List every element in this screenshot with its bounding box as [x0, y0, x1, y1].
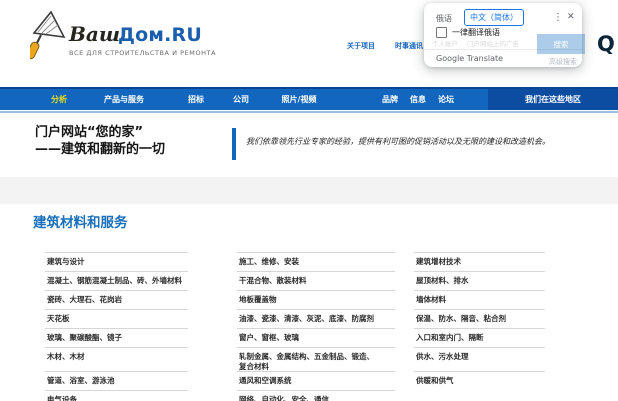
catalog-link[interactable]: 供暖和供气: [414, 371, 545, 391]
always-translate-label: 一律翻译俄语: [452, 28, 500, 37]
page-title-line1: 门户网站“您的家”: [35, 125, 144, 140]
logo-tagline: ВСЕ ДЛЯ СТРОИТЕЛЬСТВА И РЕМОНТА: [69, 49, 217, 57]
catalog-link-label: 保温、防水、隔音、粘合剂: [416, 314, 506, 323]
section-separator-band: [0, 177, 618, 204]
tab-source-language[interactable]: 俄语: [436, 13, 452, 24]
about-project-link[interactable]: 关于项目: [347, 41, 375, 51]
portal-ads-link[interactable]: 门户网站上的广告: [467, 38, 519, 48]
nav-underline: [0, 111, 618, 113]
main-nav: 分析 产品与服务 招标 公司 照片/视频 品牌 信息 论坛 我们在这些地区: [0, 87, 618, 110]
catalog-link[interactable]: 屋顶材料、排水: [414, 271, 545, 291]
account-link[interactable]: 个人账户: [432, 38, 458, 48]
catalog-link[interactable]: 通风和空调系统: [237, 371, 395, 391]
search-icon[interactable]: Q: [597, 32, 615, 56]
catalog-link[interactable]: 玻璃、聚碳酸酯、镜子: [45, 328, 188, 348]
catalog-link-label: 屋顶材料、排水: [416, 276, 469, 285]
catalog-link[interactable]: 施工、维修、安装: [237, 252, 395, 272]
catalog-link-label: 墙体材料: [416, 295, 446, 304]
catalog-link-label: 入口和室内门、隔断: [416, 333, 484, 342]
catalog-link-label: 建筑增材技术: [416, 257, 461, 266]
catalog-link[interactable]: 入口和室内门、隔断: [414, 328, 545, 348]
nav-item-brands[interactable]: 品牌: [382, 89, 398, 110]
catalog-link[interactable]: 油漆、瓷漆、清漆、灰泥、底漆、防腐剂: [237, 309, 395, 329]
nav-item-regions[interactable]: 我们在这些地区: [488, 89, 618, 110]
newsletter-link[interactable]: 时事通讯: [395, 41, 423, 51]
nav-item-tenders[interactable]: 招标: [188, 89, 204, 110]
quote-accent-bar: [232, 128, 236, 160]
catalog-link[interactable]: 地板覆盖物: [237, 290, 395, 310]
more-options-icon[interactable]: ⋮: [553, 12, 563, 23]
catalog-link[interactable]: 电气设备: [45, 390, 188, 401]
tab-target-language[interactable]: 中文（简体）: [464, 9, 524, 26]
catalog-title: 建筑材料和服务: [33, 215, 128, 231]
catalog-link[interactable]: 轧制金属、金属结构、五金制品、锻造、 复合材料: [237, 347, 395, 372]
trowel-icon: [26, 10, 66, 68]
catalog-link[interactable]: 瓷砖、大理石、花岗岩: [45, 290, 188, 310]
catalog-link[interactable]: 木材、木材: [45, 347, 188, 372]
catalog-link[interactable]: 建筑增材技术: [414, 252, 545, 272]
catalog-link-label: 供水、污水处理: [416, 352, 469, 361]
obscured-header-links: 个人账户 门户网站上的广告: [432, 38, 592, 48]
catalog-table: 建筑与设计 施工、维修、安装 建筑增材技术混凝土、钢筋混凝土制品、砖、外墙材料 干混合…: [45, 252, 618, 401]
catalog-link[interactable]: 管道、浴室、游泳池: [45, 371, 188, 391]
logo-word-dom: Дом.RU: [118, 24, 203, 46]
google-translate-brand[interactable]: Google Translate: [436, 54, 503, 63]
logo-word-vash: Ваш: [69, 22, 121, 46]
nav-item-media[interactable]: 照片/视频: [282, 89, 317, 110]
catalog-link[interactable]: 天花板: [45, 309, 188, 329]
catalog-link[interactable]: 保温、防水、隔音、粘合剂: [414, 309, 545, 329]
page: Ваш Дом.RU ВСЕ ДЛЯ СТРОИТЕЛЬСТВА И РЕМОН…: [0, 0, 618, 401]
catalog-link[interactable]: 网络、自动化、安全、通信: [237, 390, 395, 401]
catalog-link[interactable]: 供水、污水处理: [414, 347, 545, 372]
page-title: 门户网站“您的家” ——建筑和翻新的一切: [35, 125, 165, 158]
logo-text: Ваш Дом.RU ВСЕ ДЛЯ СТРОИТЕЛЬСТВА И РЕМОН…: [69, 10, 216, 57]
always-translate-checkbox[interactable]: [436, 27, 447, 38]
page-title-line2: ——建筑和翻新的一切: [35, 141, 166, 157]
catalog-link[interactable]: 窗户、窗框、玻璃: [237, 328, 395, 348]
nav-item-forum[interactable]: 论坛: [438, 89, 454, 110]
catalog-link[interactable]: 混凝土、钢筋混凝土制品、砖、外墙材料: [45, 271, 188, 291]
catalog-link[interactable]: 建筑与设计: [45, 252, 188, 272]
catalog-link-label: 供暖和供气: [416, 376, 454, 385]
site-logo[interactable]: Ваш Дом.RU ВСЕ ДЛЯ СТРОИТЕЛЬСТВА И РЕМОН…: [26, 10, 216, 68]
nav-item-info[interactable]: 信息: [410, 89, 426, 110]
nav-item-analytics[interactable]: 分析: [51, 89, 67, 110]
nav-item-companies[interactable]: 公司: [233, 89, 249, 110]
translate-tabs: 俄语 中文（简体） ⋮ ✕: [424, 9, 582, 27]
catalog-link[interactable]: 干混合物、散装材料: [237, 271, 395, 291]
close-icon[interactable]: ✕: [567, 12, 575, 22]
advanced-search-link[interactable]: 高级搜索: [549, 57, 577, 67]
intro-quote: 我们依靠领先行业专家的经验，提供有利可图的促销活动以及无限的建设和改造机会。: [246, 137, 550, 146]
nav-item-products[interactable]: 产品与服务: [104, 89, 144, 110]
catalog-link[interactable]: 墙体材料: [414, 290, 545, 310]
catalog-link-label: 网络、自动化、安全、通信: [239, 395, 329, 401]
